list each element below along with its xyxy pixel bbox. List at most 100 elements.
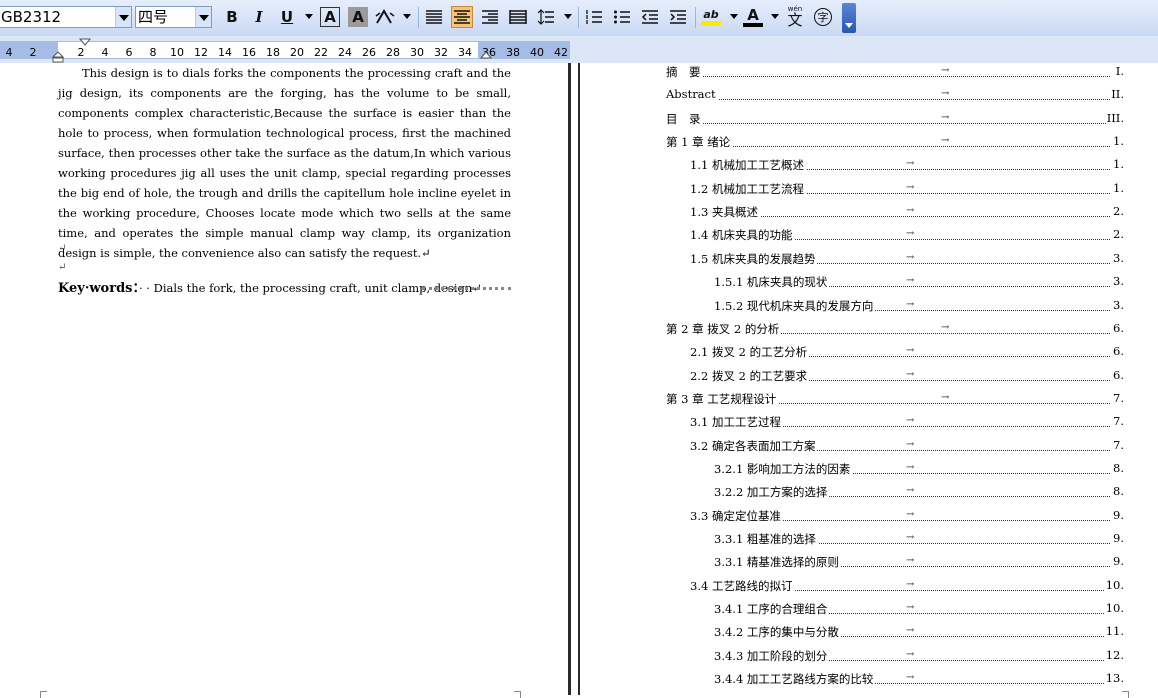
bullets-icon xyxy=(614,10,630,24)
toc-page-number: 6. xyxy=(1112,367,1124,382)
font-color-button[interactable]: A xyxy=(742,6,764,28)
align-right-button[interactable] xyxy=(479,6,501,28)
toc-entry[interactable]: 1.1 机械加工工艺概述 → 1. xyxy=(690,157,1124,175)
toc-entry-title: 摘 要 xyxy=(666,64,703,80)
toc-page-number: 1. xyxy=(1112,180,1124,195)
toc-entry[interactable]: 3.4.3 加工阶段的划分 → 12. xyxy=(714,647,1124,666)
toc-entry[interactable]: 1.4 机床夹具的功能 → 2. xyxy=(690,227,1124,245)
character-scale-button[interactable] xyxy=(374,6,396,28)
toc-page-number: 7. xyxy=(1112,390,1124,405)
toc-page-number: 7. xyxy=(1112,437,1124,452)
toc-entry[interactable]: 目 录 → III. xyxy=(666,110,1124,129)
toc-entry[interactable]: 第 1 章 绪论 → 1. xyxy=(666,134,1124,152)
align-justify-icon xyxy=(426,10,442,24)
tab-arrow-icon: → xyxy=(941,135,950,147)
toc-entry[interactable]: 1.3 夹具概述 → 2. xyxy=(690,204,1124,222)
highlight-button[interactable]: ab xyxy=(700,6,722,28)
toc-entry[interactable]: 3.4.1 工序的合理组合 → 10. xyxy=(714,601,1124,619)
bold-button[interactable]: B xyxy=(221,6,243,28)
tab-arrow-icon: → xyxy=(906,298,915,310)
toc-entry[interactable]: 2.2 拨叉 2 的工艺要求 → 6. xyxy=(690,367,1124,386)
toc-entry[interactable]: 3.4.4 加工工艺路线方案的比较 → 13. xyxy=(714,671,1124,689)
font-size-dropdown-arrow[interactable] xyxy=(195,7,211,27)
abstract-paragraph: This design is to dials forks the compon… xyxy=(58,66,511,260)
first-line-indent-marker[interactable] xyxy=(79,38,91,46)
right-indent-marker[interactable] xyxy=(480,51,492,59)
ruler-tick: 32 xyxy=(434,46,448,59)
toc-entry[interactable]: 3.2.1 影响加工方法的因素 → 8. xyxy=(714,460,1124,479)
toc-page-number: III. xyxy=(1105,110,1124,125)
toc-entry[interactable]: 第 2 章 拨叉 2 的分析 → 6. xyxy=(666,320,1124,339)
character-shading-button[interactable]: A xyxy=(348,7,368,27)
phonetic-guide-button[interactable]: wén 文 xyxy=(784,6,806,28)
toc-page-number: 9. xyxy=(1112,531,1124,545)
numbering-button[interactable] xyxy=(583,6,605,28)
toc-entry[interactable]: 摘 要 → I. xyxy=(666,64,1124,82)
font-color-label: A xyxy=(747,5,759,24)
line-spacing-dropdown-arrow[interactable] xyxy=(564,14,572,19)
bullets-button[interactable] xyxy=(611,6,633,28)
document-page-left[interactable]: This design is to dials forks the compon… xyxy=(0,63,568,698)
toc-entry[interactable]: 2.1 拨叉 2 的工艺分析 → 6. xyxy=(690,344,1124,362)
line-spacing-icon xyxy=(537,9,554,25)
toc-page-number: 3. xyxy=(1112,274,1124,289)
tab-arrow-icon: → xyxy=(906,181,915,193)
toc-entry[interactable]: 1.5.2 现代机床夹具的发展方向 → 3. xyxy=(714,297,1124,316)
font-name-dropdown-arrow[interactable] xyxy=(115,7,131,27)
toc-entry[interactable]: 3.2 确定各表面加工方案 → 7. xyxy=(690,437,1124,456)
paragraph-mark: ↵ xyxy=(58,262,67,273)
toc-entry[interactable]: 3.4 工艺路线的拟订 → 10. xyxy=(690,577,1124,596)
toc-entry[interactable]: 1.5.1 机床夹具的现状 → 3. xyxy=(714,274,1124,292)
tab-arrow-icon: → xyxy=(906,485,915,497)
toc-page-number: 11. xyxy=(1104,624,1124,639)
toc-leader-dots xyxy=(666,76,1110,77)
left-indent-marker[interactable] xyxy=(52,51,64,63)
toc-entry-title: 3.1 加工工艺过程 xyxy=(690,414,783,431)
toc-page-number: 2. xyxy=(1112,204,1124,219)
document-page-right[interactable]: 摘 要 → I. Abstract → II. 目 录 → III. 第 1 章 绪论 → 1. 1.1… xyxy=(581,63,1158,698)
italic-button[interactable]: I xyxy=(248,6,270,28)
toc-entry[interactable]: 1.2 机械加工工艺流程 → 1. xyxy=(690,180,1124,199)
tab-arrow-icon: → xyxy=(906,461,915,473)
underline-button[interactable]: U xyxy=(276,6,298,28)
character-border-button[interactable]: A xyxy=(320,7,340,27)
horizontal-ruler[interactable]: 4 2 2 4 6 8 10 12 14 16 18 20 22 24 26 2… xyxy=(0,36,1158,63)
tab-arrow-icon: → xyxy=(906,251,915,263)
toc-entry[interactable]: Abstract → II. xyxy=(666,87,1124,105)
toc-entry[interactable]: 3.4.2 工序的集中与分散 → 11. xyxy=(714,624,1124,642)
font-size-combo[interactable]: 四号 xyxy=(135,6,212,28)
toc-leader-dots xyxy=(666,122,1110,124)
increase-indent-button[interactable] xyxy=(667,6,689,28)
decrease-indent-icon xyxy=(641,10,658,24)
character-scale-dropdown-arrow[interactable] xyxy=(403,14,411,19)
align-justify-button[interactable] xyxy=(423,6,445,28)
toc-entry-title: 3.4.3 加工阶段的划分 xyxy=(714,647,830,664)
font-name-combo[interactable]: GB2312 xyxy=(0,6,132,28)
ruler-tick: 42 xyxy=(554,46,568,59)
toc-page-number: 6. xyxy=(1112,344,1124,359)
highlight-label: ab xyxy=(703,8,719,21)
toolbar-options-button[interactable] xyxy=(842,3,856,33)
toc-entry[interactable]: 第 3 章 工艺规程设计 → 7. xyxy=(666,390,1124,409)
toc-entry[interactable]: 1.5 机床夹具的发展趋势 → 3. xyxy=(690,250,1124,269)
underline-dropdown-arrow[interactable] xyxy=(305,14,313,19)
highlight-dropdown-arrow[interactable] xyxy=(730,14,738,19)
distributed-align-button[interactable] xyxy=(507,6,529,28)
toc-entry-title: 3.2 确定各表面加工方案 xyxy=(690,437,818,454)
toc-entry[interactable]: 3.3.1 精基准选择的原则 → 9. xyxy=(714,554,1124,572)
font-color-dropdown-arrow[interactable] xyxy=(771,14,779,19)
decrease-indent-button[interactable] xyxy=(639,6,661,28)
toc-entry[interactable]: 3.2.2 加工方案的选择 → 8. xyxy=(714,484,1124,502)
toc-entry[interactable]: 3.3 确定定位基准 → 9. xyxy=(690,507,1124,526)
toc-entry[interactable]: 3.1 加工工艺过程 → 7. xyxy=(690,414,1124,432)
toc-entry-title: 1.5.1 机床夹具的现状 xyxy=(714,274,830,291)
align-center-button[interactable] xyxy=(451,6,473,28)
increase-indent-icon xyxy=(670,10,686,24)
enclose-characters-label: 字 xyxy=(814,8,832,26)
toc-page-number: 2. xyxy=(1112,227,1124,242)
line-spacing-button[interactable] xyxy=(535,6,557,28)
tab-arrow-icon: → xyxy=(906,205,915,217)
toc-entry[interactable]: 3.3.1 粗基准的选择 → 9. xyxy=(714,531,1124,549)
ruler-tick: 12 xyxy=(194,46,208,59)
enclose-characters-button[interactable]: 字 xyxy=(812,6,834,28)
